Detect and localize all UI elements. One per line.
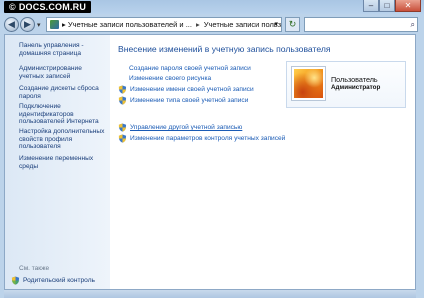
content-pane: Панель управления - домашняя страница Ад… (4, 34, 416, 290)
main-panel: Внесение изменений в учетную запись поль… (110, 35, 415, 289)
title-bar: © DOCS.COM.RU – □ ✕ (0, 0, 424, 14)
page-title: Внесение изменений в учетную запись поль… (118, 44, 331, 54)
address-bar[interactable]: ▸ Учетные записи пользователей и ... ▸ Уче… (46, 17, 282, 32)
control-panel-icon (50, 20, 59, 29)
task-label[interactable]: Управление другой учетной записью (130, 124, 242, 131)
refresh-button[interactable]: ↻ (285, 17, 300, 32)
task-create-password[interactable]: Создание пароля своей учетной записи (118, 65, 251, 72)
search-input[interactable]: ⌕ (304, 17, 418, 32)
task-label[interactable]: Изменение имени своей учетной записи (130, 86, 254, 93)
uac-shield-icon (118, 123, 127, 132)
shield-icon (11, 276, 20, 285)
window-bottom-border (4, 290, 416, 298)
search-icon[interactable]: ⌕ (411, 18, 415, 31)
copyright-symbol: © (9, 2, 16, 12)
task-change-picture[interactable]: Изменение своего рисунка (118, 75, 211, 82)
user-name: Пользователь (331, 75, 378, 84)
window-controls: – □ ✕ (363, 0, 421, 13)
task-manage-another-account[interactable]: Управление другой учетной записью (118, 123, 242, 132)
breadcrumb-sep[interactable]: ▸ (196, 20, 200, 29)
uac-shield-icon (118, 96, 127, 105)
sidebar-item-environment-variables[interactable]: Изменение переменных среды (19, 155, 107, 170)
task-uac-settings[interactable]: Изменение параметров контроля учетных за… (118, 134, 285, 143)
uac-shield-icon (118, 134, 127, 143)
sidebar: Панель управления - домашняя страница Ад… (5, 35, 110, 289)
maximize-button[interactable]: □ (379, 0, 395, 12)
user-role: Администратор (331, 84, 381, 91)
forward-button[interactable]: ▶ (20, 17, 35, 32)
sidebar-item-manage-accounts[interactable]: Администрирование учетных записей (19, 65, 107, 80)
user-avatar[interactable] (292, 67, 325, 100)
address-dropdown-icon[interactable]: ▾ (274, 18, 278, 31)
breadcrumb-item[interactable]: Учетные записи пользователей и ... (68, 20, 192, 29)
navigation-bar: ◀ ▶ ▾ ▸ Учетные записи пользователей и .… (0, 14, 424, 34)
breadcrumb-item[interactable]: Учетные записи пользователей (204, 20, 281, 29)
task-change-account-type[interactable]: Изменение типа своей учетной записи (118, 96, 248, 105)
watermark-text: DOCS.COM.RU (18, 2, 87, 12)
task-label[interactable]: Создание пароля своей учетной записи (129, 65, 251, 72)
sidebar-item-profile-properties[interactable]: Настройка дополнительных свойств профиля… (19, 128, 107, 151)
recent-pages-dropdown[interactable]: ▾ (37, 21, 41, 29)
user-account-card: Пользователь Администратор (286, 61, 406, 108)
parental-controls-label: Родительский контроль (23, 277, 95, 284)
task-label[interactable]: Изменение типа своей учетной записи (130, 97, 248, 104)
uac-shield-icon (118, 85, 127, 94)
breadcrumb-sep: ▸ (62, 20, 66, 29)
task-change-name[interactable]: Изменение имени своей учетной записи (118, 85, 254, 94)
see-also-heading: См. также (19, 265, 50, 272)
minimize-button[interactable]: – (363, 0, 379, 12)
task-label[interactable]: Изменение своего рисунка (129, 75, 211, 82)
back-button[interactable]: ◀ (4, 17, 19, 32)
sidebar-item-control-panel-home[interactable]: Панель управления - домашняя страница (19, 42, 107, 57)
sidebar-item-online-ids[interactable]: Подключение идентификаторов пользователе… (19, 103, 107, 126)
task-label[interactable]: Изменение параметров контроля учетных за… (130, 135, 285, 142)
close-button[interactable]: ✕ (395, 0, 421, 12)
sidebar-item-password-reset-disk[interactable]: Создание дискеты сброса пароля (19, 85, 107, 100)
watermark-logo: © DOCS.COM.RU (4, 1, 92, 13)
sidebar-item-parental-controls[interactable]: Родительский контроль (11, 276, 95, 285)
